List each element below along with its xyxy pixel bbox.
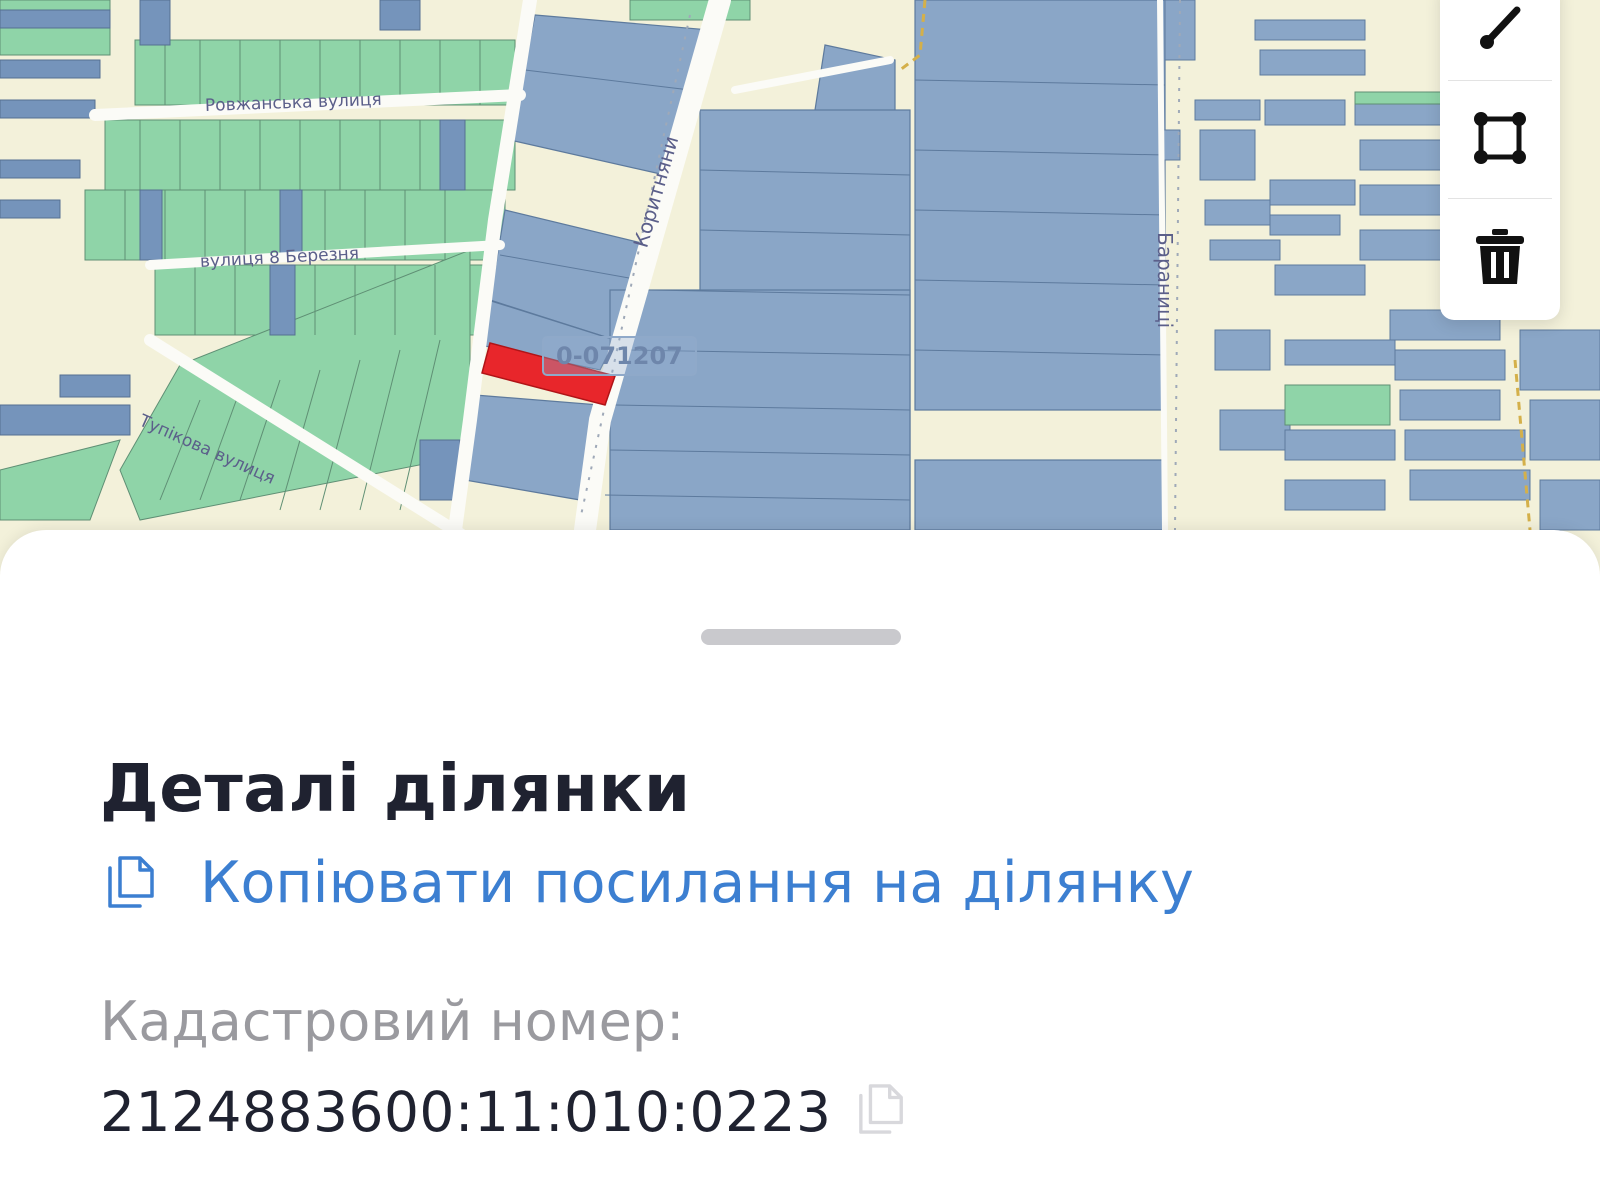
cadastral-number-row: 2124883600:11:010:0223 [100,1080,907,1144]
sheet-title: Деталі ділянки [100,750,691,827]
map-canvas[interactable] [0,0,1600,560]
copy-link-label: Копіювати посилання на ділянку [200,850,1194,916]
cadastral-number-label: Кадастровий номер: [100,990,685,1053]
copy-icon [859,1084,904,1134]
street-label-baranyntsi: Бараниці [1153,232,1177,329]
trash-icon [1476,229,1524,284]
delete-tool-button[interactable] [1440,202,1560,312]
map-toolbar [1440,0,1560,320]
parcel-details-sheet[interactable]: Деталі ділянки Копіювати посилання на ді… [0,530,1600,1200]
edit-pen-icon [1480,6,1521,49]
sheet-drag-handle[interactable] [701,629,901,645]
copy-cadastral-number-button[interactable] [857,1082,907,1142]
copy-parcel-link-button[interactable]: Копіювати посилання на ділянку [106,850,1194,916]
zone-label: 0-071207 [542,336,697,376]
polygon-tool-button[interactable] [1440,83,1560,193]
polygon-icon [1474,112,1526,164]
cadastral-map[interactable]: Ровжанська вулиця вулиця 8 Березня Тупік… [0,0,1600,560]
edit-tool-button[interactable] [1440,0,1560,80]
app-screen: Ровжанська вулиця вулиця 8 Березня Тупік… [0,0,1600,1200]
copy-icon [108,856,154,908]
cadastral-number-value: 2124883600:11:010:0223 [100,1080,832,1144]
